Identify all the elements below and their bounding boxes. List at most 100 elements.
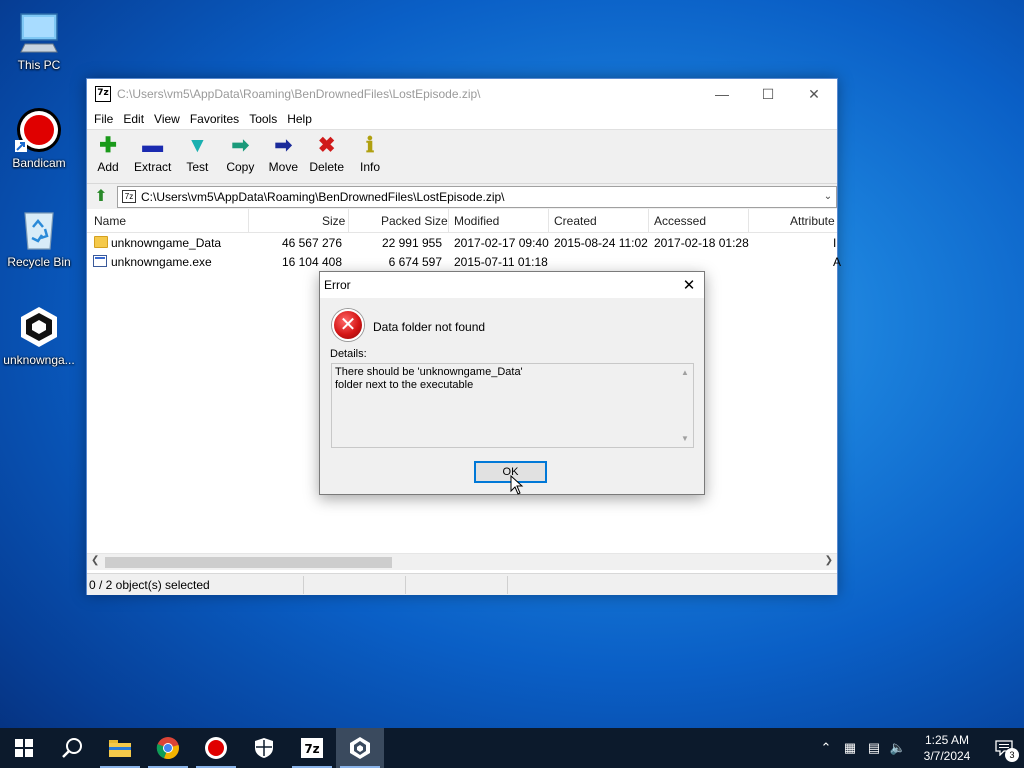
- column-name[interactable]: Name: [94, 214, 126, 228]
- scroll-down-icon[interactable]: ▼: [681, 432, 689, 445]
- taskbar-7zip[interactable]: 7z: [288, 728, 336, 768]
- details-scrollbar[interactable]: ▲ ▼: [679, 364, 693, 447]
- add-button[interactable]: ✚ Add: [91, 134, 125, 174]
- move-button[interactable]: ➡ Move: [266, 134, 300, 174]
- maximize-button[interactable]: ☐: [745, 79, 791, 109]
- menu-edit[interactable]: Edit: [118, 112, 149, 126]
- toolbar: ✚ Add ▬ Extract ▼ Test ➡ Copy ➡ Move ✖ D…: [87, 129, 837, 183]
- add-icon: ✚: [99, 134, 117, 157]
- scroll-left-icon[interactable]: ❮: [91, 555, 99, 566]
- column-accessed[interactable]: Accessed: [654, 214, 706, 228]
- info-icon: ℹ: [366, 134, 375, 157]
- column-attributes[interactable]: Attribute: [790, 214, 835, 228]
- desktop-icon-label: Bandicam: [12, 156, 66, 170]
- clock[interactable]: 1:25 AM 3/7/2024: [910, 732, 984, 764]
- taskbar-unity[interactable]: [336, 728, 384, 768]
- column-created[interactable]: Created: [554, 214, 597, 228]
- menu-help[interactable]: Help: [282, 112, 317, 126]
- dialog-title: Error: [324, 278, 351, 292]
- network-icon[interactable]: ▤: [862, 740, 886, 756]
- error-message: Data folder not found: [373, 320, 486, 334]
- chevron-down-icon[interactable]: ⌄: [820, 191, 836, 202]
- column-modified[interactable]: Modified: [454, 214, 499, 228]
- close-button[interactable]: ✕: [791, 79, 837, 109]
- error-icon: ✕: [332, 309, 364, 341]
- list-header: Name Size Packed Size Modified Created A…: [87, 209, 837, 233]
- mouse-cursor-icon: [510, 475, 524, 495]
- copy-button[interactable]: ➡ Copy: [223, 134, 257, 174]
- up-folder-icon[interactable]: ⬆: [91, 188, 111, 206]
- clock-date: 3/7/2024: [923, 749, 971, 763]
- extract-icon: ▬: [142, 134, 164, 157]
- menu-tools[interactable]: Tools: [244, 112, 282, 126]
- horizontal-scrollbar[interactable]: ❮ ❯: [87, 553, 837, 570]
- desktop-icon-label: This PC: [17, 58, 61, 72]
- minimize-button[interactable]: —: [699, 79, 745, 109]
- taskbar-bandicam[interactable]: [192, 728, 240, 768]
- record-icon: [205, 737, 227, 759]
- desktop-icon-bandicam[interactable]: Bandicam: [0, 106, 78, 170]
- notification-center-button[interactable]: 3: [984, 728, 1024, 768]
- record-icon: [15, 106, 63, 154]
- unity-icon: [15, 303, 63, 351]
- archive-icon: 7z: [122, 190, 136, 203]
- desktop-icon-label: Recycle Bin: [7, 255, 71, 269]
- windows-icon: [15, 739, 33, 757]
- address-path: C:\Users\vm5\AppData\Roaming\BenDrownedF…: [141, 189, 505, 204]
- column-packed-size[interactable]: Packed Size: [381, 214, 448, 228]
- column-size[interactable]: Size: [322, 214, 345, 228]
- folder-icon: [94, 236, 108, 248]
- taskbar-security[interactable]: [240, 728, 288, 768]
- window-title: C:\Users\vm5\AppData\Roaming\BenDrownedF…: [117, 87, 481, 101]
- status-bar: 0 / 2 object(s) selected: [87, 573, 837, 595]
- notification-count-badge: 3: [1005, 748, 1019, 762]
- address-field[interactable]: 7z C:\Users\vm5\AppData\Roaming\BenDrown…: [117, 185, 837, 208]
- recycle-bin-icon: [15, 205, 63, 253]
- 7zip-icon: 7z: [301, 738, 323, 758]
- extract-button[interactable]: ▬ Extract: [134, 134, 171, 174]
- table-row[interactable]: unknowngame_Data 46 567 276 22 991 955 2…: [87, 233, 837, 252]
- delete-button[interactable]: ✖ Delete: [309, 134, 344, 174]
- scroll-right-icon[interactable]: ❯: [825, 555, 833, 566]
- menu-bar: File Edit View Favorites Tools Help: [87, 109, 837, 129]
- menu-favorites[interactable]: Favorites: [185, 112, 244, 126]
- test-icon: ▼: [186, 134, 208, 157]
- search-button[interactable]: [48, 728, 96, 768]
- details-label: Details:: [330, 348, 367, 360]
- volume-muted-icon[interactable]: 🔈: [886, 740, 910, 756]
- folder-icon: [109, 740, 131, 757]
- taskbar: 7z ⌃ ▦ ▤ 🔈 1:25 AM 3/7/2024 3: [0, 728, 1024, 768]
- test-button[interactable]: ▼ Test: [180, 134, 214, 174]
- taskbar-chrome[interactable]: [144, 728, 192, 768]
- details-line: folder next to the executable: [335, 379, 474, 391]
- menu-file[interactable]: File: [89, 112, 118, 126]
- search-icon: [62, 738, 82, 758]
- info-button[interactable]: ℹ Info: [353, 134, 387, 174]
- computer-icon: [15, 8, 63, 56]
- scroll-thumb[interactable]: [105, 557, 392, 568]
- move-icon: ➡: [274, 134, 293, 157]
- desktop-icon-label: unknownga...: [3, 353, 75, 367]
- dialog-titlebar[interactable]: Error ✕: [320, 272, 704, 298]
- show-hidden-icons-chevron-icon[interactable]: ⌃: [814, 740, 838, 756]
- network-warning-icon[interactable]: ▦: [838, 740, 862, 756]
- details-textbox[interactable]: There should be 'unknowngame_Data' folde…: [331, 363, 694, 448]
- delete-icon: ✖: [317, 134, 336, 157]
- details-line: There should be 'unknowngame_Data': [335, 366, 523, 378]
- chrome-icon: [156, 737, 179, 760]
- scroll-up-icon[interactable]: ▲: [681, 366, 689, 379]
- address-bar: ⬆ 7z C:\Users\vm5\AppData\Roaming\BenDro…: [87, 183, 837, 209]
- copy-icon: ➡: [231, 134, 250, 157]
- menu-view[interactable]: View: [149, 112, 185, 126]
- window-titlebar[interactable]: 7z C:\Users\vm5\AppData\Roaming\BenDrown…: [87, 79, 837, 109]
- desktop-icon-this-pc[interactable]: This PC: [0, 8, 78, 72]
- desktop-icon-unknowngame[interactable]: unknownga...: [0, 303, 78, 367]
- dialog-close-button[interactable]: ✕: [674, 276, 704, 294]
- start-button[interactable]: [0, 728, 48, 768]
- desktop-icon-recycle-bin[interactable]: Recycle Bin: [0, 205, 78, 269]
- exe-file-icon: [93, 255, 107, 267]
- table-row[interactable]: unknowngame.exe 16 104 408 6 674 597 201…: [87, 252, 841, 271]
- error-dialog: Error ✕ ✕ Data folder not found Details:…: [319, 271, 705, 495]
- taskbar-file-explorer[interactable]: [96, 728, 144, 768]
- unity-icon: [350, 737, 370, 759]
